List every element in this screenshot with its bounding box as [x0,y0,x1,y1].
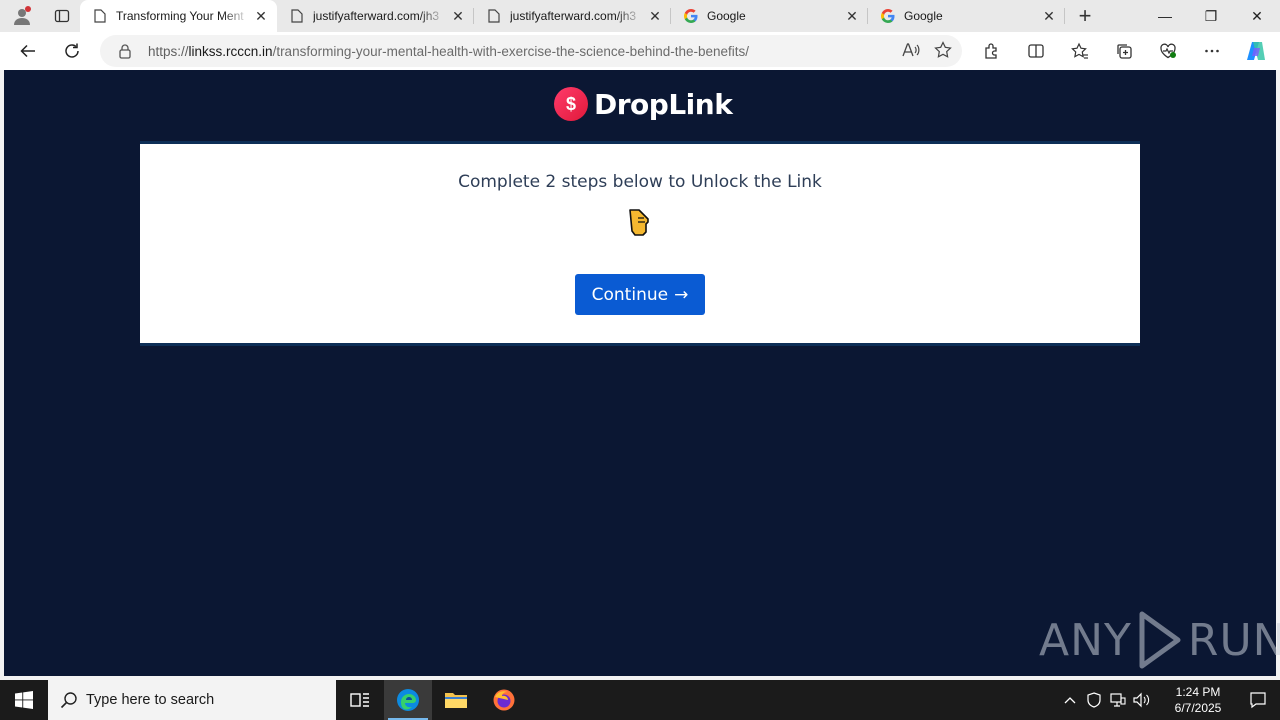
read-aloud-icon[interactable] [902,42,920,61]
browser-essentials-icon[interactable] [1146,32,1190,70]
firefox-icon [493,689,515,711]
hand-pointer-cursor-icon [629,209,649,236]
droplink-logo-mark: $ [554,87,588,121]
refresh-button[interactable] [50,32,94,70]
continue-button[interactable]: Continue → [575,274,705,315]
anyrun-watermark: ANY RUN [1039,610,1280,670]
minimize-icon[interactable]: — [1142,0,1188,32]
browser-tabstrip: Transforming Your Ment ✕ justifyafterwar… [0,0,1280,32]
favorites-icon[interactable] [1058,32,1102,70]
more-options-icon[interactable] [1190,32,1234,70]
split-screen-icon[interactable] [1014,32,1058,70]
volume-icon[interactable] [1130,692,1154,708]
network-icon[interactable] [1106,693,1130,707]
search-placeholder: Type here to search [86,692,215,708]
address-bar[interactable]: https://linkss.rcccn.in/transforming-you… [100,35,962,67]
notifications-icon[interactable] [1236,691,1280,709]
droplink-logo[interactable]: $ DropLink [554,86,733,122]
unlock-heading: Complete 2 steps below to Unlock the Lin… [458,172,822,192]
file-explorer-taskbar-button[interactable] [432,680,480,720]
continue-label: Continue [591,284,669,305]
close-tab-icon[interactable]: ✕ [1041,8,1057,24]
close-window-icon[interactable]: ✕ [1234,0,1280,32]
url-scheme: https:// [148,43,189,59]
show-hidden-icons-icon[interactable] [1058,696,1082,704]
arrow-right-icon: → [674,284,689,305]
tab-title: Google [904,9,943,23]
page-viewport: $ DropLink Complete 2 steps below to Unl… [4,70,1280,676]
tab-justifyafterward-2[interactable]: justifyafterward.com/jh3 ✕ [474,0,671,32]
task-view-button[interactable] [336,680,384,720]
firefox-taskbar-button[interactable] [480,680,528,720]
droplink-logo-text: DropLink [594,87,733,121]
start-button[interactable] [0,680,48,720]
tab-justifyafterward-1[interactable]: justifyafterward.com/jh3 ✕ [277,0,474,32]
windows-logo-icon [15,691,33,709]
refresh-icon [65,43,79,58]
taskbar-search-input[interactable]: Type here to search [48,680,336,720]
unlock-card: Complete 2 steps below to Unlock the Lin… [140,141,1140,346]
windows-taskbar: Type here to search 1:24 PM 6/7/2025 [0,680,1280,720]
close-tab-icon[interactable]: ✕ [844,8,860,24]
task-view-icon [350,693,369,707]
tab-actions-icon[interactable] [44,0,80,32]
favorite-star-icon[interactable] [934,40,952,62]
copilot-icon[interactable] [1234,32,1278,70]
edge-icon [397,689,419,711]
collections-icon[interactable] [1102,32,1146,70]
close-tab-icon[interactable]: ✕ [647,8,663,24]
tab-google-2[interactable]: Google ✕ [868,0,1065,32]
extensions-icon[interactable] [970,32,1014,70]
search-icon [60,691,78,709]
tab-transforming[interactable]: Transforming Your Ment ✕ [80,0,277,32]
tab-google-1[interactable]: Google ✕ [671,0,868,32]
taskbar-clock[interactable]: 1:24 PM 6/7/2025 [1160,684,1236,716]
google-icon [880,8,896,24]
profile-icon[interactable] [0,0,44,32]
tab-title: justifyafterward.com/jh3 [313,9,440,23]
back-button[interactable] [6,32,50,70]
page-icon [486,8,502,24]
tab-title: justifyafterward.com/jh3 [510,9,637,23]
clock-time: 1:24 PM [1175,685,1221,699]
browser-toolbar: https://linkss.rcccn.in/transforming-you… [0,32,1280,70]
google-icon [683,8,699,24]
new-tab-button[interactable]: + [1065,0,1105,32]
edge-taskbar-button[interactable] [384,680,432,720]
lock-icon[interactable] [118,43,134,59]
watermark-left-text: ANY [1039,614,1132,666]
watermark-right-text: RUN [1187,614,1280,666]
tab-title: Google [707,9,746,23]
back-arrow-icon [20,44,35,58]
play-triangle-icon [1139,611,1181,669]
url-host: linkss.rcccn.in [188,43,273,59]
window-controls: — ❐ ✕ [1142,0,1280,32]
clock-date: 6/7/2025 [1174,701,1222,715]
url-path: /transforming-your-mental-health-with-ex… [272,43,750,59]
system-tray: 1:24 PM 6/7/2025 [1058,680,1280,720]
close-tab-icon[interactable]: ✕ [450,8,466,24]
page-icon [289,8,305,24]
restore-icon[interactable]: ❐ [1188,0,1234,32]
folder-icon [445,693,467,708]
page-icon [92,8,108,24]
close-tab-icon[interactable]: ✕ [253,8,269,24]
toolbar-right [970,32,1278,70]
defender-icon[interactable] [1082,692,1106,708]
tab-title: Transforming Your Ment [116,9,244,23]
